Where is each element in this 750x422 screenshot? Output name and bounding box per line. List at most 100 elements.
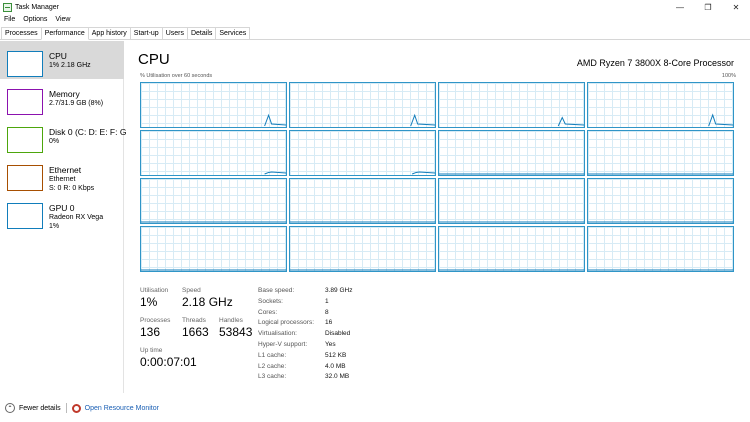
core-usage-graph [438,130,585,176]
spec-row: L3 cache: 32.0 MB [258,372,352,383]
core-usage-graph [140,226,287,272]
spec-label: Hyper-V support: [258,340,308,348]
spec-label: L3 cache: [258,373,287,381]
utilisation-stat: Utilisation 1% [140,287,168,310]
spec-value: 8 [325,308,329,316]
disk-thumbnail-graph [7,127,43,153]
menu-view[interactable]: View [51,16,74,23]
sidebar-item-label: CPU [49,51,67,61]
spec-value: 4.0 MB [325,362,346,370]
sidebar-item-disk[interactable]: Disk 0 (C: D: E: F: G 0% [0,117,126,155]
stat-value: 136 [140,325,161,339]
stat-value: 2.18 GHz [182,295,233,309]
spec-value: 1 [325,297,329,305]
restore-button[interactable]: ❐ [694,0,722,14]
sidebar-item-detail: 1% [49,223,60,230]
minimize-button[interactable]: — [666,0,694,14]
task-manager-icon [3,2,12,12]
close-button[interactable]: ✕ [722,0,750,14]
core-usage-graph [289,178,436,224]
core-usage-graph [140,178,287,224]
page-title: CPU [138,51,170,68]
cpu-spec-table: Base speed: 3.89 GHz Sockets: 1 Cores: 8 Lo… [258,286,352,383]
tab-details[interactable]: Details [186,27,217,39]
core-usage-trace [264,171,286,175]
resource-sidebar: CPU 1% 2.18 GHz Memory 2.7/31.9 GB (8%) … [0,41,126,393]
sidebar-item-memory[interactable]: Memory 2.7/31.9 GB (8%) [0,79,124,117]
core-usage-graph [289,226,436,272]
open-resource-monitor-link[interactable]: Open Resource Monitor [71,403,159,413]
tab-app-history[interactable]: App history [87,27,131,39]
core-usage-graph [140,130,287,176]
fewer-details-label: Fewer details [19,404,61,412]
graph-axis-max: 100% [721,73,736,79]
sidebar-item-label: Memory [49,89,80,99]
tab-users[interactable]: Users [161,27,188,39]
stat-label: Processes [140,317,171,324]
processes-stat: Processes 136 [140,317,170,340]
sidebar-item-detail: 0% [49,138,60,145]
spec-row: Cores: 8 [258,308,352,319]
spec-value: Yes [325,340,336,348]
stat-label: Handles [219,317,243,324]
spec-row: Base speed: 3.89 GHz [258,286,352,297]
spec-label: Virtualisation: [258,330,297,338]
spec-value: 512 KB [325,351,347,359]
sidebar-item-ethernet[interactable]: Ethernet Ethernet S: 0 R: 0 Kbps [0,155,124,193]
sidebar-item-detail: 1% 2.18 GHz [49,62,91,69]
menu-options[interactable]: Options [19,16,51,23]
core-usage-graph [289,130,436,176]
stat-value: 1% [140,295,158,309]
spec-row: Logical processors: 16 [258,318,352,329]
spec-label: Base speed: [258,287,295,294]
stat-value: 1663 [182,325,209,339]
tab-start-up[interactable]: Start-up [129,27,163,39]
spec-label: L2 cache: [258,362,287,370]
spec-row: Hyper-V support: Yes [258,340,352,351]
threads-stat: Threads 1663 [182,317,209,340]
core-usage-graph [140,82,287,128]
spec-row: L2 cache: 4.0 MB [258,362,352,373]
core-usage-graph [289,82,436,128]
spec-label: Cores: [258,308,278,316]
ethernet-thumbnail-graph [7,165,43,191]
sidebar-item-detail: S: 0 R: 0 Kbps [49,185,95,192]
sidebar-item-gpu[interactable]: GPU 0 Radeon RX Vega 1% [0,193,124,231]
core-usage-trace [708,113,733,127]
spec-value: 16 [325,319,333,327]
core-usage-graph [587,130,734,176]
spec-row: Sockets: 1 [258,297,352,308]
sidebar-item-cpu[interactable]: CPU 1% 2.18 GHz [0,41,124,79]
graph-axis-label: % Utilisation over 60 seconds [140,73,213,79]
spec-row: L1 cache: 512 KB [258,351,352,362]
core-usage-graph [438,226,585,272]
core-usage-trace [411,171,435,175]
cpu-thumbnail-graph [7,51,43,77]
stat-label: Speed [182,287,201,294]
sidebar-item-detail: Radeon RX Vega [49,214,104,221]
sidebar-item-detail: 2.7/31.9 GB (8%) [49,100,104,107]
stat-value: 0:00:07:01 [140,355,197,369]
sidebar-item-label: Ethernet [49,165,82,175]
tab-performance[interactable]: Performance [40,27,89,40]
fewer-details-button[interactable]: ⌃ Fewer details [5,403,61,413]
speed-stat: Speed 2.18 GHz [182,287,233,310]
tab-processes[interactable]: Processes [1,27,42,39]
core-usage-graph [587,82,734,128]
core-usage-graph [438,178,585,224]
tab-services[interactable]: Services [215,27,251,39]
footer-bar: ⌃ Fewer details Open Resource Monitor [0,399,750,417]
gpu-thumbnail-graph [7,203,43,229]
memory-thumbnail-graph [7,89,43,115]
sidebar-item-detail: Ethernet [49,176,76,183]
menu-file[interactable]: File [0,16,19,23]
stat-label: Up time [140,347,163,354]
chevron-up-icon: ⌃ [5,403,15,413]
spec-row: Virtualisation: Disabled [258,329,352,340]
spec-value: Disabled [325,330,351,338]
title-bar: Task Manager — ❐ ✕ [0,0,750,14]
sidebar-item-label: GPU 0 [49,203,75,213]
spec-label: Sockets: [258,297,283,305]
stat-label: Utilisation [140,287,169,294]
handles-stat: Handles 53843 [219,317,252,340]
